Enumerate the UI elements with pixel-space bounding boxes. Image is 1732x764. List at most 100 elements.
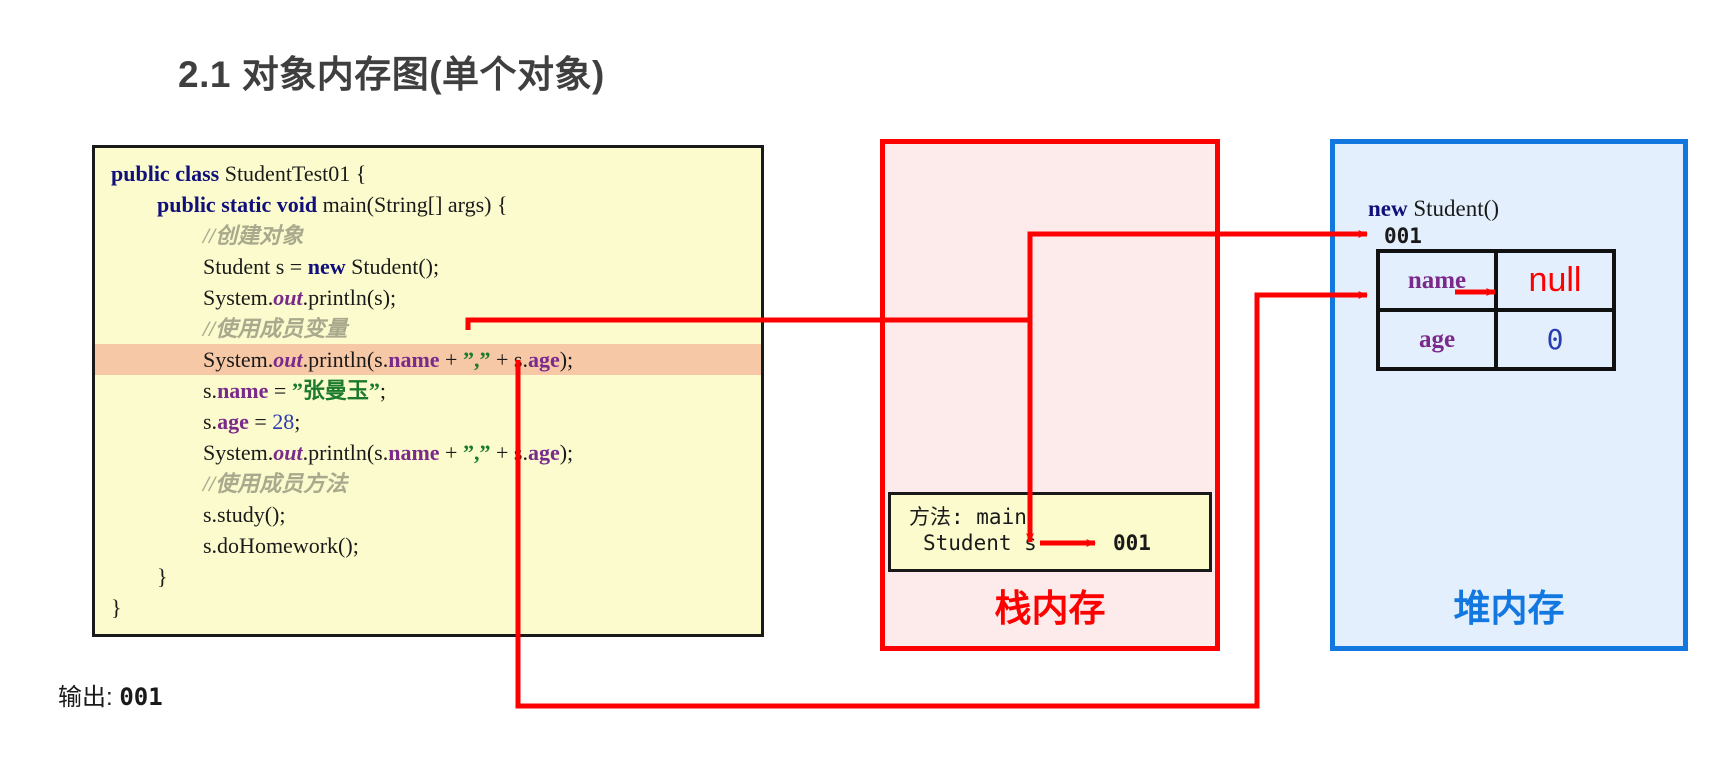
java-code-panel: public class StudentTest01 {public stati… [92,145,764,637]
code-token: = [268,378,292,403]
code-line-l9: s.age = 28; [95,406,761,437]
code-token: + s. [490,440,528,465]
code-line-text: public class StudentTest01 { [95,158,366,189]
code-token: = [248,409,273,434]
code-token: } [111,595,122,620]
code-line-l13: s.doHomework(); [95,530,761,561]
heap-object-class: Student() [1407,196,1499,221]
code-line-text: System.out.println(s.name + ”,” + s.age)… [95,437,573,468]
code-token: name [388,440,440,465]
code-token: 28 [272,409,295,434]
stack-frame-main: 方法: main Student s 001 [888,492,1212,572]
code-token: ”张曼玉” [291,378,380,403]
code-line-text: Student s = new Student(); [95,251,439,282]
code-token: //使用成员方法 [203,471,348,496]
code-token: main(String[] args) { [322,192,508,217]
code-token: System. [203,347,274,372]
code-line-text: } [95,561,168,592]
code-token: + s. [490,347,528,372]
code-token: ; [294,409,301,434]
code-token: + [439,347,463,372]
code-line-text: s.name = ”张曼玉”; [95,375,386,406]
code-token: System. [203,285,274,310]
code-line-l8: s.name = ”张曼玉”; [95,375,761,406]
code-token: Student s = [203,254,308,279]
code-line-text: //使用成员变量 [95,313,347,344]
code-token: //使用成员变量 [203,316,348,341]
code-line-l6: //使用成员变量 [95,313,761,344]
stack-frame-address: 001 [1113,531,1151,555]
table-row: name null [1376,249,1616,312]
code-token: StudentTest01 { [224,161,367,186]
page-title: 2.1 对象内存图(单个对象) [178,54,605,95]
code-token: out [273,440,303,465]
code-line-l12: s.study(); [95,499,761,530]
code-line-l1: public class StudentTest01 { [95,158,761,189]
heap-object-address: 001 [1384,224,1422,248]
code-token: .println(s. [302,440,389,465]
code-token: age [527,347,560,372]
heap-object-field-table: name null age 0 [1376,249,1616,371]
code-token: age [217,409,249,434]
code-line-l4: Student s = new Student(); [95,251,761,282]
code-line-text: } [95,592,122,623]
heap-object-new-keyword: new [1368,196,1408,221]
stack-frame-method-label: 方法: main [909,505,1027,529]
code-token: public static void [157,192,323,217]
code-token: s.study(); [203,502,286,527]
code-line-text: s.study(); [95,499,286,530]
code-line-text: //使用成员方法 [95,468,347,499]
heap-field-value-1: 0 [1494,308,1616,371]
code-token: ”,” [462,440,491,465]
code-token: + [439,440,463,465]
code-token: name [217,378,269,403]
code-line-l10: System.out.println(s.name + ”,” + s.age)… [95,437,761,468]
code-token: //创建对象 [203,223,304,248]
code-line-l14: } [95,561,761,592]
code-token: ”,” [462,347,491,372]
code-token: ); [559,347,574,372]
code-line-text: s.doHomework(); [95,530,359,561]
code-token: out [273,285,303,310]
code-token: Student(); [351,254,440,279]
code-line-text: //创建对象 [95,220,303,251]
output-line: 输出: 001 [58,677,163,712]
stack-frame-variable: Student s [923,531,1037,555]
code-token: out [273,347,303,372]
code-line-l11: //使用成员方法 [95,468,761,499]
code-line-l7: System.out.println(s.name + ”,” + s.age)… [95,344,761,375]
code-line-text: System.out.println(s.name + ”,” + s.age)… [95,344,573,375]
heap-field-name-1: age [1376,308,1498,371]
heap-memory-label: 堆内存 [1453,588,1565,629]
code-token: new [307,254,352,279]
code-token: .println(s); [302,285,397,310]
table-row: age 0 [1376,308,1616,371]
output-value: 001 [119,683,163,711]
code-token: } [157,564,168,589]
code-line-l5: System.out.println(s); [95,282,761,313]
code-token: .println(s. [302,347,389,372]
code-token: s. [203,378,218,403]
stack-memory-label: 栈内存 [994,588,1106,629]
code-token: ; [379,378,386,403]
code-token: s. [203,409,218,434]
code-token: s.doHomework(); [203,533,359,558]
code-token: ); [559,440,574,465]
code-token: public class [111,161,225,186]
heap-field-rows: name null age 0 [1376,249,1616,371]
code-token: name [388,347,440,372]
code-line-text: System.out.println(s); [95,282,396,313]
heap-field-name-0: name [1376,249,1498,312]
heap-object-title: new Student() [1368,196,1499,222]
slide-canvas: 2.1 对象内存图(单个对象) public class StudentTest… [0,0,1732,764]
stack-memory-region [880,139,1220,651]
output-label: 输出: [58,684,113,711]
heap-field-value-0: null [1494,249,1616,312]
code-line-text: s.age = 28; [95,406,300,437]
code-line-l2: public static void main(String[] args) { [95,189,761,220]
code-line-l15: } [95,592,761,623]
code-token: age [527,440,560,465]
code-line-l3: //创建对象 [95,220,761,251]
code-token: System. [203,440,274,465]
code-line-text: public static void main(String[] args) { [95,189,508,220]
